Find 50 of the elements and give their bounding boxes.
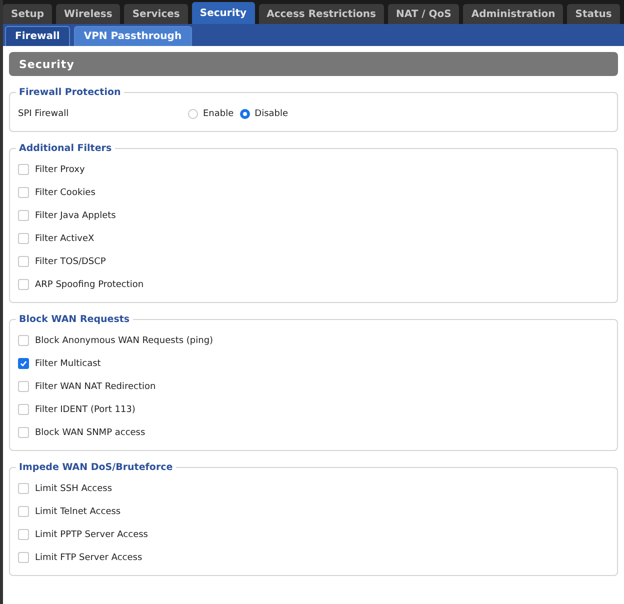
- group-title: Additional Filters: [18, 143, 113, 154]
- checkbox[interactable]: [18, 427, 29, 438]
- checkbox-label: Limit PPTP Server Access: [35, 530, 148, 540]
- nav-tab[interactable]: Administration: [463, 4, 564, 24]
- nav-tab[interactable]: Setup: [3, 4, 52, 24]
- group-title: Firewall Protection: [18, 87, 122, 98]
- checkbox[interactable]: [18, 187, 29, 198]
- checkbox-label: Limit SSH Access: [35, 484, 112, 494]
- checkbox[interactable]: [18, 506, 29, 517]
- sub-tab[interactable]: Firewall: [5, 26, 70, 46]
- checkbox-label: Filter WAN NAT Redirection: [35, 382, 156, 392]
- checkbox[interactable]: [18, 256, 29, 267]
- option-label: Enable: [203, 108, 234, 118]
- nav-tab[interactable]: NAT / QoS: [388, 4, 460, 24]
- sub-tab[interactable]: VPN Passthrough: [74, 26, 192, 46]
- checkbox-label: Filter TOS/DSCP: [35, 256, 106, 266]
- checkbox[interactable]: [18, 279, 29, 290]
- checkbox[interactable]: [18, 210, 29, 221]
- checkbox[interactable]: [18, 552, 29, 563]
- checkbox-label: Limit Telnet Access: [35, 506, 121, 516]
- checkbox[interactable]: [18, 335, 29, 346]
- nav-tab[interactable]: Services: [124, 4, 188, 24]
- checkbox-label: Filter Multicast: [35, 358, 101, 368]
- checkbox-label: Filter Cookies: [35, 188, 96, 198]
- checkbox[interactable]: [18, 164, 29, 175]
- nav-tab[interactable]: Status: [567, 4, 620, 24]
- checkbox-label: Block Anonymous WAN Requests (ping): [35, 336, 214, 346]
- checkbox[interactable]: [18, 358, 29, 369]
- checkbox-label: Filter Proxy: [35, 164, 85, 174]
- group-title: Impede WAN DoS/Bruteforce: [18, 462, 174, 473]
- checkbox[interactable]: [18, 529, 29, 540]
- checkbox[interactable]: [18, 381, 29, 392]
- checkbox[interactable]: [18, 233, 29, 244]
- checkbox-label: Block WAN SNMP access: [35, 428, 146, 438]
- nav-tab[interactable]: Wireless: [56, 4, 120, 24]
- nav-tab[interactable]: Security: [192, 2, 255, 24]
- checkbox[interactable]: [18, 483, 29, 494]
- checkbox-label: Limit FTP Server Access: [35, 552, 142, 562]
- setting-label: SPI Firewall: [18, 108, 70, 118]
- radio-button[interactable]: [188, 108, 198, 118]
- checkbox-label: ARP Spoofing Protection: [35, 280, 144, 290]
- nav-tab[interactable]: Access Restrictions: [258, 4, 384, 24]
- group-title: Block WAN Requests: [18, 314, 131, 325]
- section-header: Security: [9, 52, 618, 76]
- option-label: Disable: [254, 108, 288, 118]
- checkbox[interactable]: [18, 404, 29, 415]
- checkbox-label: Filter ActiveX: [35, 234, 94, 244]
- radio-button[interactable]: [240, 108, 250, 118]
- checkbox-label: Filter Java Applets: [35, 210, 116, 220]
- checkbox-label: Filter IDENT (Port 113): [35, 404, 136, 414]
